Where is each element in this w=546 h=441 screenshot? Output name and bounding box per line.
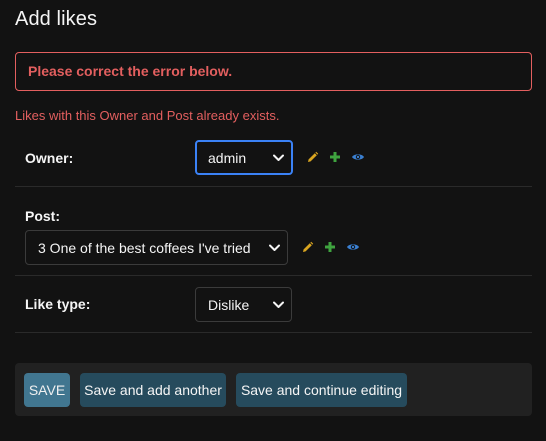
chevron-down-icon [271,151,285,165]
eye-icon[interactable] [351,150,365,164]
eye-icon[interactable] [346,240,360,254]
post-related-links [300,240,360,254]
post-label: Post: [25,208,60,224]
chevron-down-icon [267,241,281,255]
form-row-post: Post: 3 One of the best coffees I've tri… [15,187,532,276]
like-type-label: Like type: [25,296,91,312]
like-type-select-value: Dislike [208,296,250,313]
form-row-owner: Owner: admin [15,130,532,187]
post-select[interactable]: 3 One of the best coffees I've tried [25,230,288,265]
plus-icon[interactable] [323,240,337,254]
save-and-add-another-button[interactable]: Save and add another [80,373,226,407]
owner-label: Owner: [25,150,74,166]
save-button[interactable]: SAVE [24,373,70,407]
owner-select[interactable]: admin [195,140,293,175]
post-select-value: 3 One of the best coffees I've tried [38,239,251,256]
form-row-like-type: Like type: Dislike [15,276,532,333]
pencil-icon[interactable] [300,240,314,254]
owner-related-links [305,150,365,164]
plus-icon[interactable] [328,150,342,164]
submit-row: SAVE Save and add another Save and conti… [15,363,532,416]
nonfield-error: Likes with this Owner and Post already e… [15,108,280,123]
error-note: Please correct the error below. [15,52,532,91]
page-title: Add likes [15,8,98,30]
pencil-icon[interactable] [305,150,319,164]
change-form-page: Add likes Please correct the error below… [0,0,546,441]
owner-select-value: admin [208,149,247,166]
chevron-down-icon [271,298,285,312]
save-and-continue-button[interactable]: Save and continue editing [236,373,407,407]
like-type-select[interactable]: Dislike [195,287,292,322]
